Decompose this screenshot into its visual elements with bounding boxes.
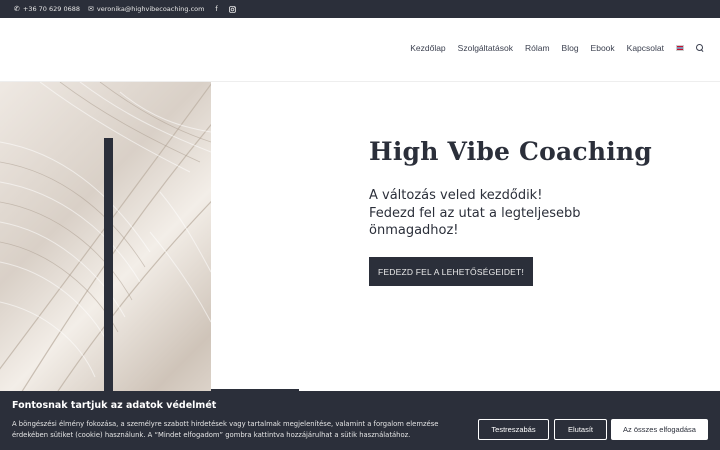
phone-number: +36 70 629 0688 xyxy=(22,5,81,13)
hero-subtitle-line: A változás veled kezdődik! xyxy=(369,188,543,203)
envelope-icon: ✉ xyxy=(88,4,94,13)
nav-item-kezdolap[interactable]: Kezdőlap xyxy=(410,43,445,53)
main-nav: Kezdőlap Szolgáltatások Rólam Blog Ebook… xyxy=(410,43,704,53)
site-header: Kezdőlap Szolgáltatások Rólam Blog Ebook… xyxy=(0,18,720,82)
hero-subtitle: A változás veled kezdődik! Fedezd fel az… xyxy=(369,187,629,240)
reject-button[interactable]: Elutasít xyxy=(554,419,607,440)
hero-subtitle-line: Fedezd fel az utat a legteljesebb xyxy=(369,205,581,221)
nav-item-ebook[interactable]: Ebook xyxy=(591,43,615,53)
instagram-icon[interactable] xyxy=(228,5,236,13)
phone-icon: ✆ xyxy=(14,4,20,13)
explore-cta-button[interactable]: FEDEZD FEL A LEHETŐSÉGEIDET! xyxy=(369,257,533,286)
search-icon[interactable] xyxy=(696,44,704,52)
phone-contact[interactable]: ✆ +36 70 629 0688 xyxy=(14,5,80,13)
hero-title: High Vibe Coaching xyxy=(369,137,652,166)
nav-item-kapcsolat[interactable]: Kapcsolat xyxy=(627,43,664,53)
facebook-icon[interactable]: f xyxy=(212,5,220,13)
top-bar: ✆ +36 70 629 0688 ✉ veronika@highvibecoa… xyxy=(0,0,720,18)
customize-button[interactable]: Testreszabás xyxy=(478,419,549,440)
nav-item-szolgaltatasok[interactable]: Szolgáltatások xyxy=(458,43,513,53)
nav-item-rolam[interactable]: Rólam xyxy=(525,43,550,53)
cookie-title: Fontosnak tartjuk az adatok védelmét xyxy=(12,400,217,411)
email-address: veronika@highvibecoaching.com xyxy=(96,5,205,13)
uk-flag-icon[interactable] xyxy=(676,45,684,51)
nav-item-blog[interactable]: Blog xyxy=(562,43,579,53)
accept-all-button[interactable]: Az összes elfogadása xyxy=(611,419,708,440)
cookie-text: A böngészési élmény fokozása, a személyr… xyxy=(12,420,439,439)
email-contact[interactable]: ✉ veronika@highvibecoaching.com xyxy=(88,5,204,13)
hero-subtitle-line: önmagadhoz! xyxy=(369,223,459,238)
